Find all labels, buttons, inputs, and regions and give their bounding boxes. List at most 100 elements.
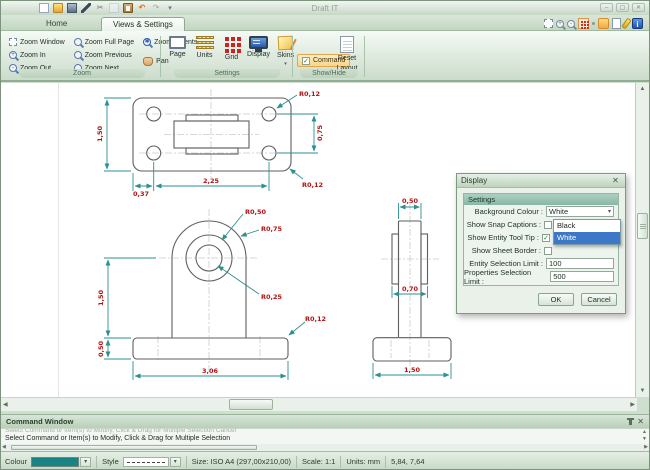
cmd-scroll-right-icon[interactable]: ▶ bbox=[644, 444, 648, 450]
units-ruler-icon bbox=[196, 36, 214, 50]
horizontal-scroll-thumb[interactable] bbox=[229, 399, 273, 410]
page-icon[interactable] bbox=[612, 18, 621, 29]
zoom-full-page-button[interactable]: Zoom Full Page bbox=[72, 36, 136, 48]
scroll-left-icon[interactable]: ◀ bbox=[3, 400, 8, 410]
close-button[interactable]: ✕ bbox=[632, 3, 645, 12]
command-scrollbar[interactable]: ◀ ▶ bbox=[1, 444, 649, 451]
spin-up-icon[interactable]: ▲ bbox=[642, 430, 647, 435]
page-button[interactable]: Page bbox=[165, 34, 190, 67]
svg-text:R0,12: R0,12 bbox=[302, 181, 323, 189]
zoom-out-icon[interactable]: - bbox=[567, 20, 575, 28]
command-prompt-line: Select Command or Item(s) to Modify, Cli… bbox=[5, 435, 635, 442]
colour-dropdown-icon[interactable]: ▾ bbox=[80, 457, 91, 467]
minimize-button[interactable]: – bbox=[600, 3, 613, 12]
key-icon[interactable] bbox=[621, 18, 631, 30]
spin-down-icon[interactable]: ▼ bbox=[642, 437, 647, 442]
pen-icon[interactable] bbox=[81, 3, 91, 13]
scale-text: Scale: 1:1 bbox=[302, 457, 335, 466]
tab-views-settings[interactable]: Views & Settings bbox=[101, 17, 185, 31]
document-icon bbox=[340, 36, 354, 53]
group-label-settings: Settings bbox=[174, 69, 280, 78]
groupbox-header: Settings bbox=[464, 194, 618, 205]
properties-limit-row: Properties Selection Limit : 500 bbox=[464, 270, 618, 283]
cut-scissors-icon[interactable] bbox=[95, 3, 105, 13]
pin-icon[interactable] bbox=[629, 418, 632, 425]
display-button[interactable]: Display bbox=[246, 34, 271, 67]
scroll-right-icon[interactable]: ▶ bbox=[630, 400, 635, 410]
vertical-scrollbar[interactable]: ▲ ▼ bbox=[635, 83, 649, 397]
dot-icon bbox=[592, 22, 595, 25]
ribbon-group-zoom: Zoom Window +Zoom In -Zoom Out Zoom Full… bbox=[3, 32, 161, 80]
scroll-down-icon[interactable]: ▼ bbox=[636, 386, 649, 396]
grid-dots-icon bbox=[224, 36, 240, 52]
cancel-button[interactable]: Cancel bbox=[581, 293, 617, 306]
skins-icon[interactable] bbox=[598, 18, 609, 29]
zoom-in-icon[interactable]: + bbox=[556, 20, 564, 28]
entity-tooltip-checkbox[interactable]: ✓ bbox=[542, 234, 550, 242]
command-scroll-spinner[interactable]: ▲▼ bbox=[642, 430, 647, 442]
zoom-in-icon: + bbox=[9, 51, 17, 59]
style-dropdown-icon[interactable]: ▾ bbox=[170, 457, 181, 467]
svg-text:R0,12: R0,12 bbox=[299, 90, 320, 98]
zoom-window-button[interactable]: Zoom Window bbox=[7, 36, 67, 48]
command-history-area[interactable]: Select Command or Item(s) to Modify, Cli… bbox=[1, 428, 649, 444]
background-colour-dropdown: Black White bbox=[553, 219, 621, 245]
sheet-border-row: Show Sheet Border : bbox=[464, 244, 618, 257]
sheet-border-checkbox[interactable] bbox=[544, 247, 552, 255]
window-controls: – ▢ ✕ bbox=[600, 3, 645, 12]
copy-icon[interactable] bbox=[109, 3, 119, 13]
scroll-up-icon[interactable]: ▲ bbox=[636, 84, 649, 94]
svg-text:2,25: 2,25 bbox=[203, 177, 220, 185]
zoom-full-page-icon bbox=[74, 38, 82, 46]
svg-text:0,70: 0,70 bbox=[402, 285, 419, 293]
cmd-scroll-left-icon[interactable]: ◀ bbox=[2, 444, 6, 450]
svg-text:0,75: 0,75 bbox=[316, 125, 324, 142]
horizontal-scrollbar[interactable]: ◀ ▶ bbox=[1, 397, 637, 411]
redo-icon[interactable] bbox=[151, 3, 161, 13]
option-white[interactable]: White bbox=[554, 232, 620, 244]
grid-button[interactable]: Grid bbox=[219, 34, 244, 67]
grid-icon[interactable] bbox=[578, 18, 589, 29]
dialog-title: Display bbox=[461, 176, 487, 185]
cmd-scroll-thumb[interactable] bbox=[11, 445, 257, 450]
reset-layout-button[interactable]: Reset Layout bbox=[333, 34, 361, 73]
app-window: Draft IT – ▢ ✕ Home Views & Settings + - bbox=[0, 0, 650, 470]
line-style-preview[interactable] bbox=[123, 457, 169, 467]
svg-text:1,50: 1,50 bbox=[97, 290, 105, 307]
dialog-title-bar[interactable]: Display ✕ bbox=[457, 174, 625, 188]
dialog-close-icon[interactable]: ✕ bbox=[610, 176, 621, 185]
zoom-in-button[interactable]: +Zoom In bbox=[7, 49, 67, 61]
ok-button[interactable]: OK bbox=[538, 293, 574, 306]
ribbon-group-showhide: ✓ Command Reset Layout Show/Hide bbox=[293, 32, 365, 80]
paste-clipboard-icon[interactable] bbox=[123, 3, 133, 13]
zoom-previous-button[interactable]: Zoom Previous bbox=[72, 49, 136, 61]
svg-text:3,06: 3,06 bbox=[202, 367, 219, 375]
command-window-header[interactable]: Command Window ✕ bbox=[1, 415, 649, 428]
tab-home[interactable]: Home bbox=[35, 17, 78, 31]
svg-text:1,50: 1,50 bbox=[96, 126, 104, 143]
colour-swatch[interactable] bbox=[31, 457, 79, 467]
units-button[interactable]: Units bbox=[192, 34, 217, 67]
zoom-window-icon[interactable] bbox=[544, 19, 553, 28]
qat-more-dropdown-icon[interactable] bbox=[165, 3, 175, 13]
maximize-button[interactable]: ▢ bbox=[616, 3, 629, 12]
background-colour-select[interactable]: White ▾ bbox=[546, 206, 614, 217]
save-disk-icon[interactable] bbox=[67, 3, 77, 13]
entity-limit-input[interactable]: 100 bbox=[546, 258, 614, 269]
zoom-out-icon: - bbox=[9, 64, 17, 72]
vertical-scroll-thumb[interactable] bbox=[637, 213, 648, 239]
snap-captions-checkbox[interactable] bbox=[544, 221, 552, 229]
page-icon bbox=[169, 36, 186, 49]
group-label-showhide: Show/Hide bbox=[300, 69, 358, 78]
top-view: 1,50 0,37 2,25 0,75 R0,12 R0,12 bbox=[96, 89, 324, 198]
info-icon[interactable]: i bbox=[632, 18, 643, 29]
undo-icon[interactable] bbox=[137, 3, 147, 13]
command-close-icon[interactable]: ✕ bbox=[637, 417, 644, 426]
monitor-icon bbox=[249, 36, 268, 49]
properties-limit-input[interactable]: 500 bbox=[550, 271, 614, 282]
zoom-window-icon bbox=[9, 38, 17, 46]
option-black[interactable]: Black bbox=[554, 220, 620, 232]
mini-toolbar: + - i bbox=[544, 17, 643, 30]
new-document-icon[interactable] bbox=[39, 3, 49, 13]
open-folder-icon[interactable] bbox=[53, 3, 63, 13]
